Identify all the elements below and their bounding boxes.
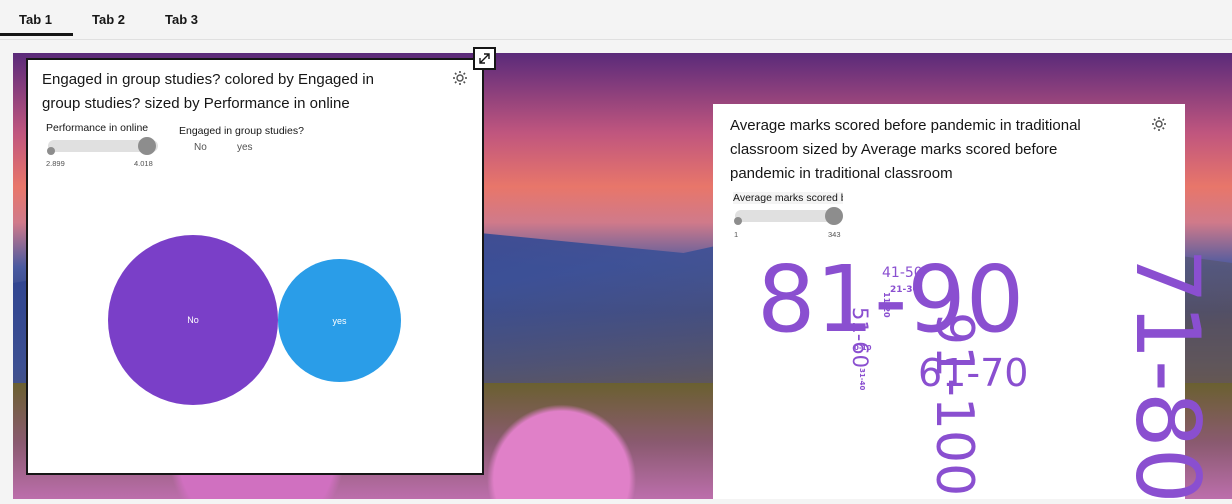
widget-title-line-1: Average marks scored before pandemic in … xyxy=(730,117,1081,134)
size-legend-max: 343 xyxy=(828,230,841,239)
widget-title: Engaged in group studies? colored by Eng… xyxy=(42,68,412,116)
active-tab-indicator xyxy=(0,33,73,36)
size-legend-min: 2.899 xyxy=(46,159,65,168)
size-legend-min-marker xyxy=(734,217,742,225)
widget-title-line-3: pandemic in traditional classroom xyxy=(730,165,953,182)
widget-title-line-2: classroom sized by Average marks scored … xyxy=(730,141,1058,158)
size-legend-min: 1 xyxy=(734,230,739,239)
word-31-40[interactable]: 31-40 xyxy=(858,368,866,390)
size-legend-title: Average marks scored before pandemic in … xyxy=(733,192,843,204)
word-11-20[interactable]: 11-20 xyxy=(882,292,891,318)
bubble-chart-widget[interactable]: Engaged in group studies? colored by Eng… xyxy=(26,58,484,475)
word-71-80[interactable]: 71-80 xyxy=(1116,248,1219,504)
word-41-50[interactable]: 41-50 xyxy=(882,266,923,280)
bubble-no[interactable]: No xyxy=(108,235,278,405)
color-legend-item-no[interactable]: No xyxy=(194,142,207,153)
widget-title: Average marks scored before pandemic in … xyxy=(730,114,1130,186)
color-legend-item-yes[interactable]: yes xyxy=(237,142,253,153)
bubble-yes[interactable]: yes xyxy=(278,259,401,382)
word-61-70[interactable]: 61-70 xyxy=(918,354,1028,392)
tab-bar: Tab 1 Tab 2 Tab 3 xyxy=(0,0,1232,40)
word-51-60[interactable]: 51-60 xyxy=(848,307,872,368)
tab-3[interactable]: Tab 3 xyxy=(165,12,198,27)
color-legend-title: Engaged in group studies? xyxy=(179,125,304,137)
settings-icon[interactable] xyxy=(1151,116,1167,132)
word-0-10[interactable]: 0-10 xyxy=(854,345,872,352)
expand-icon[interactable] xyxy=(473,47,496,70)
settings-icon[interactable] xyxy=(452,70,468,86)
tab-2[interactable]: Tab 2 xyxy=(92,12,125,27)
bubble-no-label: No xyxy=(187,315,199,325)
word-cloud-widget[interactable]: Average marks scored before pandemic in … xyxy=(713,104,1219,504)
tab-1[interactable]: Tab 1 xyxy=(19,12,52,27)
word-21-30[interactable]: 21-30 xyxy=(890,286,919,295)
size-legend-title: Performance in online xyxy=(46,122,149,134)
size-legend-max-marker xyxy=(825,207,843,225)
widget-title-line-1: Engaged in group studies? colored by Eng… xyxy=(42,71,374,88)
bubble-yes-label: yes xyxy=(332,315,347,326)
widget-title-line-2: group studies? sized by Performance in o… xyxy=(42,95,350,112)
size-legend-min-marker xyxy=(47,147,55,155)
size-legend-max-marker xyxy=(138,137,156,155)
word-91-100[interactable]: 91-100 xyxy=(924,312,984,496)
size-legend-max: 4.018 xyxy=(134,159,153,168)
